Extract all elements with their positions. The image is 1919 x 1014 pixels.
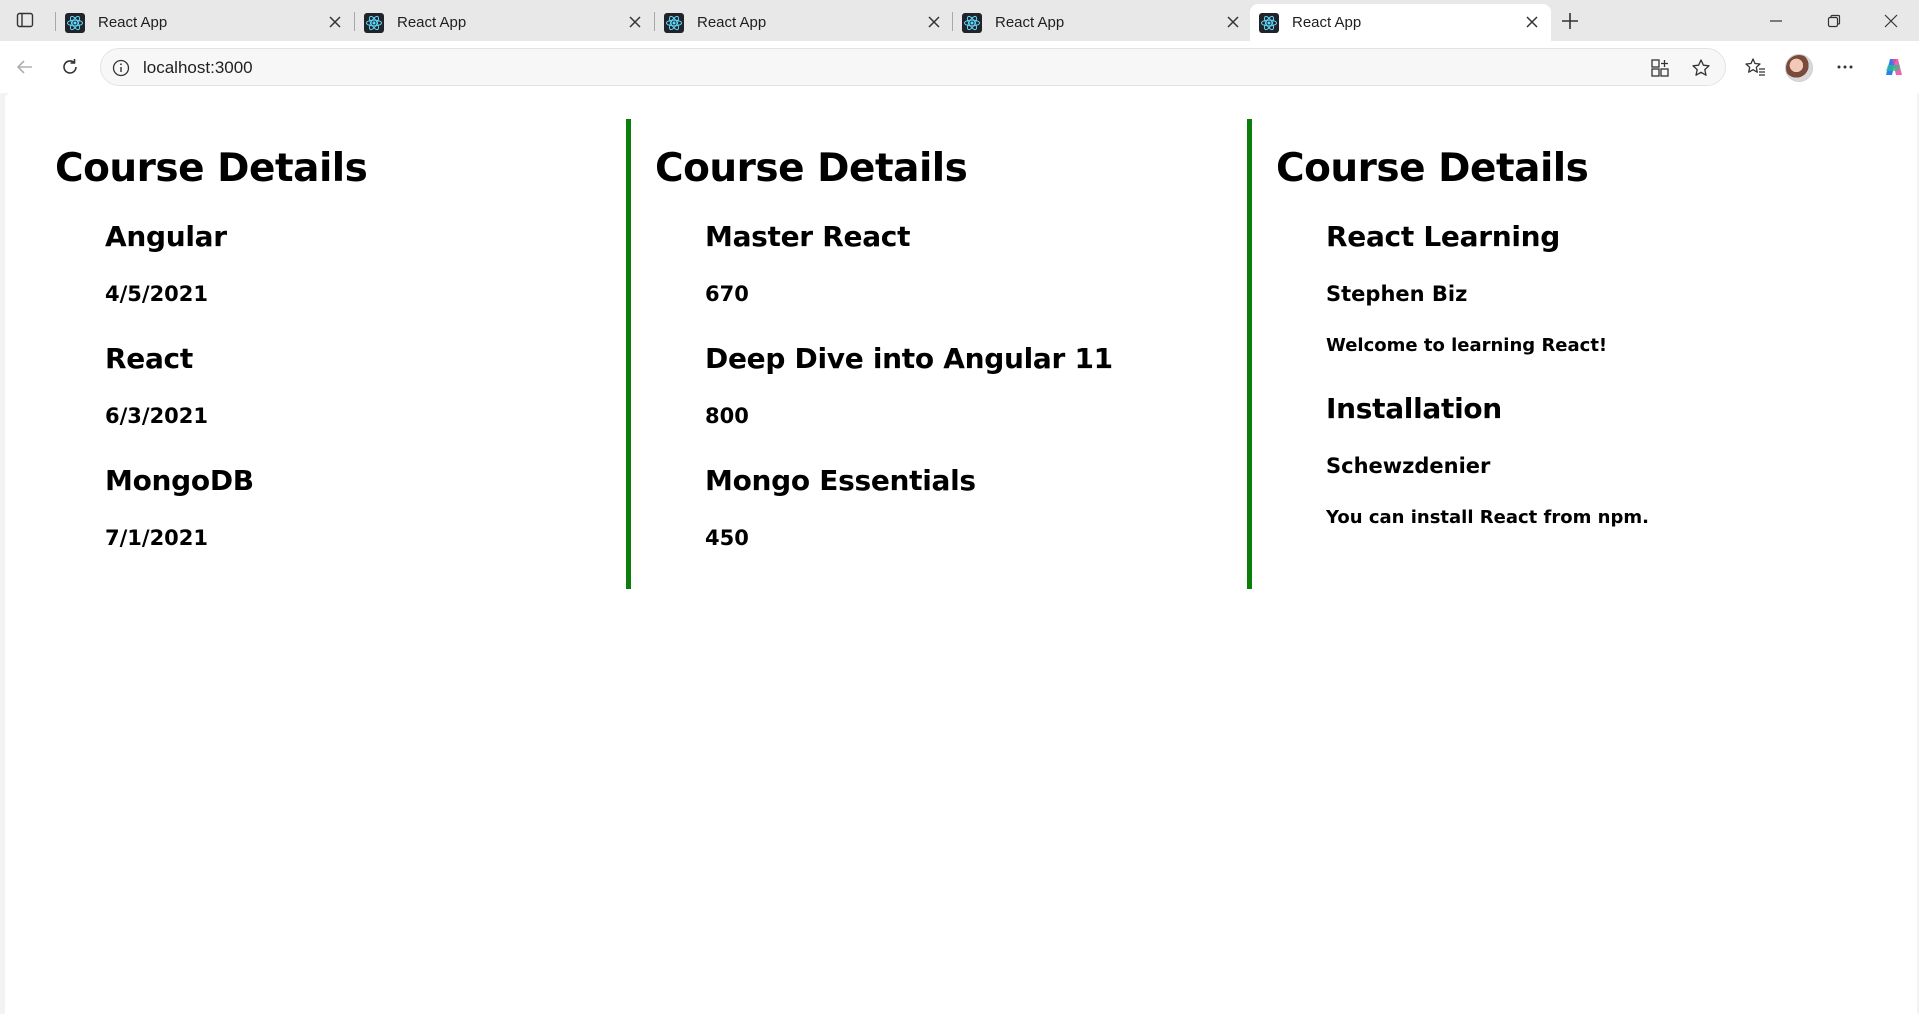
course-name: Deep Dive into Angular 11 [705,342,1113,375]
browser-tab-1[interactable]: React App [56,4,354,41]
blog-text: You can install React from npm. [1326,507,1649,528]
blog-title: React Learning [1326,220,1561,253]
blog-author: Stephen Biz [1326,282,1468,306]
favorites-icon[interactable] [1740,52,1770,82]
blog-text: Welcome to learning React! [1326,335,1608,356]
url-text[interactable]: localhost:3000 [143,58,253,78]
course-date: 4/5/2021 [105,282,209,306]
course-list: Angular 4/5/2021 React 6/3/2021 MongoDB … [55,221,626,587]
app-available-icon[interactable] [1648,56,1672,80]
course-panels: Course Details Angular 4/5/2021 React 6/… [5,119,1917,589]
course-name: Mongo Essentials [705,464,976,497]
course-name: React [105,342,193,375]
new-tab-plus-icon[interactable] [1557,8,1583,34]
site-info-icon[interactable] [111,58,131,78]
more-options-icon[interactable] [1830,52,1860,82]
course-panel-dates: Course Details Angular 4/5/2021 React 6/… [5,119,626,589]
star-favorite-icon[interactable] [1689,56,1713,80]
panel-heading: Course Details [1276,146,1589,191]
close-icon[interactable] [925,13,943,31]
browser-tab-5-active[interactable]: React App [1250,4,1551,41]
course-panel-prices: Course Details Master React 670 Deep Div… [626,119,1247,589]
course-panel-blogs: Course Details React Learning Stephen Bi… [1247,119,1868,589]
minimize-icon[interactable] [1756,6,1796,36]
react-logo-icon [363,12,385,34]
address-bar[interactable]: localhost:3000 [100,48,1726,86]
close-icon[interactable] [326,13,344,31]
blog-author: Schewzdenier [1326,454,1491,478]
page-viewport: Course Details Angular 4/5/2021 React 6/… [5,93,1917,1014]
course-price: 450 [705,526,749,550]
react-logo-icon [64,12,86,34]
copilot-icon[interactable] [1879,52,1909,82]
react-logo-icon [663,12,685,34]
course-name: Angular [105,220,227,253]
tab-title: React App [697,14,767,31]
course-list: Master React 670 Deep Dive into Angular … [655,221,1247,587]
react-logo-icon [1258,12,1280,34]
refresh-icon[interactable] [55,52,85,82]
react-logo-icon [961,12,983,34]
sidebar-toggle-icon[interactable] [14,9,36,31]
tab-strip: React App React App React App React App … [0,0,1919,41]
close-window-icon[interactable] [1871,6,1911,36]
course-price: 800 [705,404,749,428]
restore-icon[interactable] [1814,6,1854,36]
panel-heading: Course Details [655,146,968,191]
course-date: 6/3/2021 [105,404,209,428]
close-icon[interactable] [626,13,644,31]
browser-toolbar: localhost:3000 [0,41,1919,93]
back-arrow-icon[interactable] [10,52,40,82]
close-icon[interactable] [1224,13,1242,31]
tab-title: React App [397,14,467,31]
course-name: Master React [705,220,911,253]
blog-list: React Learning Stephen Biz Welcome to le… [1276,221,1868,570]
course-price: 670 [705,282,749,306]
blog-title: Installation [1326,392,1502,425]
course-date: 7/1/2021 [105,526,209,550]
browser-tab-2[interactable]: React App [355,4,654,41]
tab-title: React App [995,14,1065,31]
tab-title: React App [98,14,168,31]
browser-tab-3[interactable]: React App [655,4,953,41]
course-name: MongoDB [105,464,254,497]
close-icon[interactable] [1523,13,1541,31]
panel-heading: Course Details [55,146,368,191]
browser-tab-4[interactable]: React App [953,4,1252,41]
profile-avatar[interactable] [1785,54,1813,82]
tab-title: React App [1292,14,1362,31]
